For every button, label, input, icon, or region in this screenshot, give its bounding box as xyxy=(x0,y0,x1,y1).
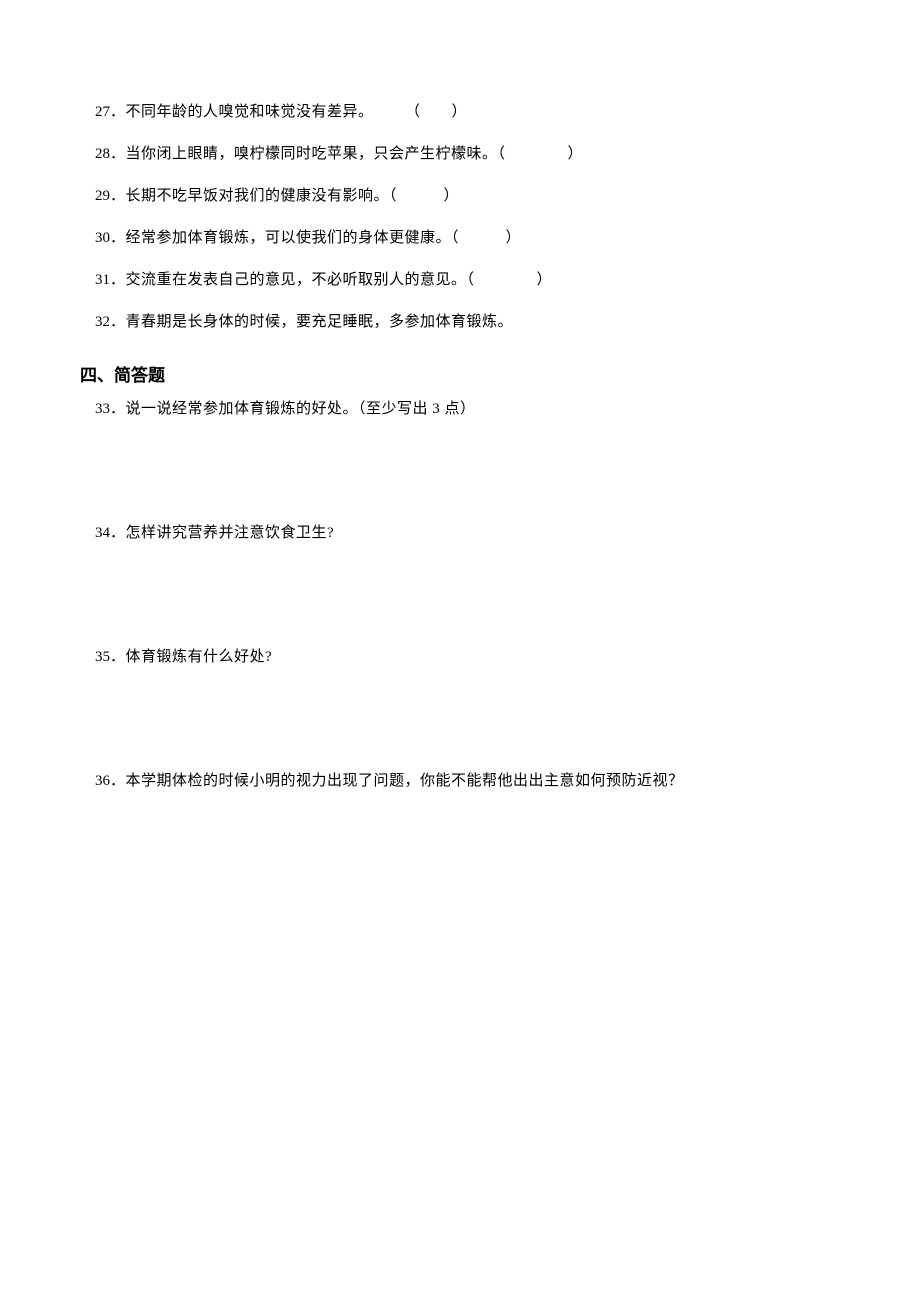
question-32: 32 ．青春期是长身体的时候，要充足睡眠，多参加体育锻炼。 xyxy=(80,310,840,334)
question-text: ．本学期体检的时候小明的视力出现了问题，你能不能帮他出出主意如何预防近视？ xyxy=(110,769,684,793)
question-number: 32 xyxy=(80,310,110,334)
question-text: ．体育锻炼有什么好处? xyxy=(110,645,272,669)
question-33: 33 ．说一说经常参加体育锻炼的好处。（至少写出 3 点） xyxy=(80,397,840,421)
question-number: 34 xyxy=(80,521,110,545)
question-30: 30 ．经常参加体育锻炼，可以使我们的身体更健康。（ ） xyxy=(80,226,840,250)
answer-space xyxy=(80,545,840,645)
question-text: ．说一说经常参加体育锻炼的好处。（至少写出 3 点） xyxy=(110,397,476,421)
question-35: 35 ．体育锻炼有什么好处? xyxy=(80,645,840,669)
question-text: ．当你闭上眼睛，嗅柠檬同时吃苹果，只会产生柠檬味。（ ） xyxy=(110,142,583,166)
answer-space xyxy=(80,421,840,521)
question-text: ．交流重在发表自己的意见，不必听取别人的意见。（ ） xyxy=(110,268,552,292)
question-text: ．长期不吃早饭对我们的健康没有影响。（ ） xyxy=(110,184,459,208)
question-number: 27 xyxy=(80,100,110,124)
question-text: ．经常参加体育锻炼，可以使我们的身体更健康。（ ） xyxy=(110,226,521,250)
question-number: 33 xyxy=(80,397,110,421)
question-text: ．怎样讲究营养并注意饮食卫生? xyxy=(110,521,334,545)
question-27: 27 ．不同年龄的人嗅觉和味觉没有差异。 （ ） xyxy=(80,100,840,124)
question-28: 28 ．当你闭上眼睛，嗅柠檬同时吃苹果，只会产生柠檬味。（ ） xyxy=(80,142,840,166)
section-4-title: 四、简答题 xyxy=(80,362,840,389)
question-number: 35 xyxy=(80,645,110,669)
question-34: 34 ．怎样讲究营养并注意饮食卫生? xyxy=(80,521,840,545)
question-31: 31 ．交流重在发表自己的意见，不必听取别人的意见。（ ） xyxy=(80,268,840,292)
question-36: 36 ．本学期体检的时候小明的视力出现了问题，你能不能帮他出出主意如何预防近视？ xyxy=(80,769,840,793)
document-page: 27 ．不同年龄的人嗅觉和味觉没有差异。 （ ） 28 ．当你闭上眼睛，嗅柠檬同… xyxy=(0,0,920,871)
question-number: 29 xyxy=(80,184,110,208)
question-text: ．不同年龄的人嗅觉和味觉没有差异。 （ ） xyxy=(110,100,467,124)
question-number: 31 xyxy=(80,268,110,292)
answer-space xyxy=(80,669,840,769)
question-number: 30 xyxy=(80,226,110,250)
question-29: 29 ．长期不吃早饭对我们的健康没有影响。（ ） xyxy=(80,184,840,208)
question-number: 36 xyxy=(80,769,110,793)
question-number: 28 xyxy=(80,142,110,166)
question-text: ．青春期是长身体的时候，要充足睡眠，多参加体育锻炼。 xyxy=(110,310,513,334)
